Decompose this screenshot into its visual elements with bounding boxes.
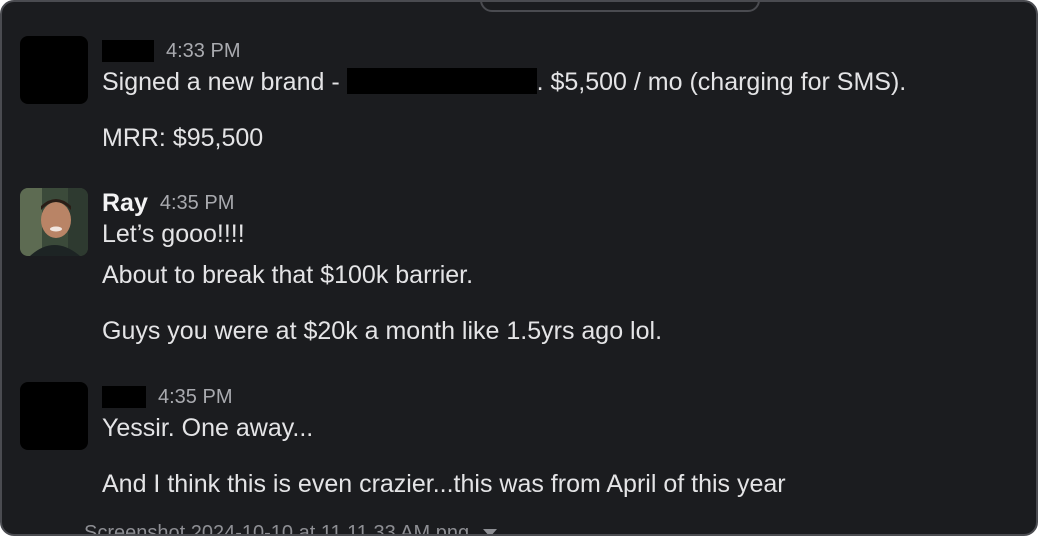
avatar[interactable] (20, 382, 88, 450)
message-timestamp[interactable]: 4:35 PM (160, 192, 234, 215)
redacted-brand (346, 68, 537, 94)
top-tab (480, 2, 760, 12)
avatar[interactable] (20, 36, 88, 104)
message-text: MRR: $95,500 (102, 124, 264, 152)
ray-avatar-photo (20, 188, 88, 256)
attachment-filename-text[interactable]: Screenshot 2024-10-10 at 11.11.33 AM.png (84, 522, 469, 534)
message-text-part: Signed a new brand - (102, 68, 347, 96)
message-text: And I think this is even crazier...this … (102, 470, 786, 498)
message-text: Signed a new brand - . $5,500 / mo (char… (102, 66, 1016, 98)
sender-name[interactable]: Ray (102, 189, 148, 218)
chat-window: 4:33 PM Signed a new brand - . $5,500 / … (0, 0, 1038, 536)
sender-name-redacted[interactable] (102, 40, 154, 62)
message-text: Guys you were at $20k a month like 1.5yr… (102, 317, 663, 345)
message-text: Let’s gooo!!!! (102, 220, 245, 248)
message-timestamp[interactable]: 4:35 PM (158, 386, 232, 409)
chevron-down-icon[interactable] (483, 529, 498, 534)
message-text: About to break that $100k barrier. (102, 261, 474, 289)
avatar[interactable] (20, 188, 88, 256)
message-text-part: . $5,500 / mo (charging for SMS). (536, 68, 907, 96)
sender-name-redacted[interactable] (102, 386, 146, 408)
message-text: Yessir. One away... (102, 414, 314, 442)
attachment-filename[interactable]: Screenshot 2024-10-10 at 11.11.33 AM.png (84, 522, 498, 534)
message-timestamp[interactable]: 4:33 PM (166, 40, 240, 63)
